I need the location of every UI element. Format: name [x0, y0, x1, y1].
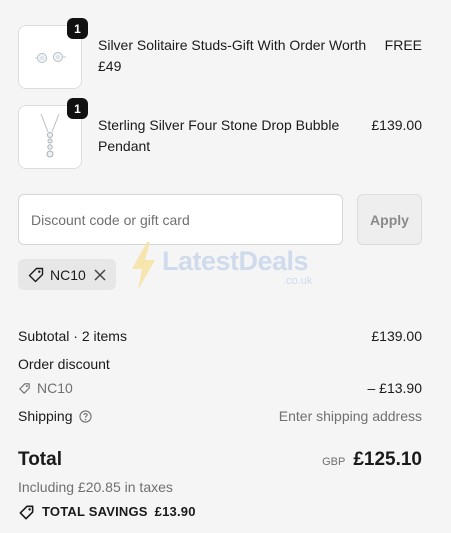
- product-thumbnail: 1: [18, 18, 88, 89]
- product-name: Silver Solitaire Studs-Gift With Order W…: [98, 37, 367, 74]
- subtotal-label: Subtotal · 2 items: [18, 328, 127, 344]
- tag-icon: [28, 267, 44, 282]
- order-discount-row: Order discount: [18, 354, 422, 374]
- discount-row: Apply: [18, 194, 422, 245]
- product-name: Sterling Silver Four Stone Drop Bubble P…: [98, 117, 340, 154]
- product-thumbnail: 1: [18, 98, 88, 169]
- discount-code-row: NC10 – £13.90: [18, 378, 422, 398]
- total-label: Total: [18, 449, 62, 470]
- total-row: Total GBP £125.10: [18, 447, 422, 475]
- product-price: £139.00: [371, 117, 422, 133]
- subtotal-row: Subtotal · 2 items £139.00: [18, 326, 422, 346]
- line-item: 1 Sterling Silver Four Stone Drop Bubble…: [18, 98, 422, 169]
- total-savings: TOTAL SAVINGS £13.90: [18, 503, 196, 521]
- total-value: £125.10: [353, 449, 422, 470]
- subtotal-value: £139.00: [371, 328, 422, 344]
- order-discount-label: Order discount: [18, 356, 110, 372]
- watermark-text: LatestDeals: [162, 246, 309, 276]
- applied-code-label: NC10: [50, 266, 86, 283]
- applied-discount-chip: NC10: [18, 259, 116, 290]
- watermark-subtext: .co.uk: [283, 275, 313, 287]
- tag-icon: [19, 382, 30, 394]
- remove-discount-icon[interactable]: [93, 268, 107, 282]
- tax-note: Including £20.85 in taxes: [18, 479, 173, 495]
- watermark: LatestDeals .co.uk: [128, 240, 328, 294]
- help-circle-icon[interactable]: [78, 409, 92, 423]
- product-price: FREE: [384, 37, 422, 53]
- lightning-bolt-icon: [132, 242, 155, 290]
- currency-code: GBP: [322, 456, 346, 468]
- savings-label: TOTAL SAVINGS: [42, 504, 148, 519]
- quantity-badge: 1: [67, 18, 88, 39]
- discount-value: – £13.90: [367, 380, 423, 396]
- tag-icon: [19, 505, 34, 519]
- savings-value: £13.90: [154, 504, 196, 519]
- discount-code-label: NC10: [37, 380, 73, 396]
- shipping-label: Shipping: [18, 408, 73, 424]
- discount-code-input[interactable]: [18, 194, 343, 245]
- quantity-badge: 1: [67, 98, 88, 119]
- line-item: 1 Silver Solitaire Studs-Gift With Order…: [18, 18, 422, 89]
- shipping-value: Enter shipping address: [278, 408, 422, 424]
- shipping-row: Shipping Enter shipping address: [18, 406, 422, 426]
- apply-discount-button[interactable]: Apply: [357, 194, 422, 245]
